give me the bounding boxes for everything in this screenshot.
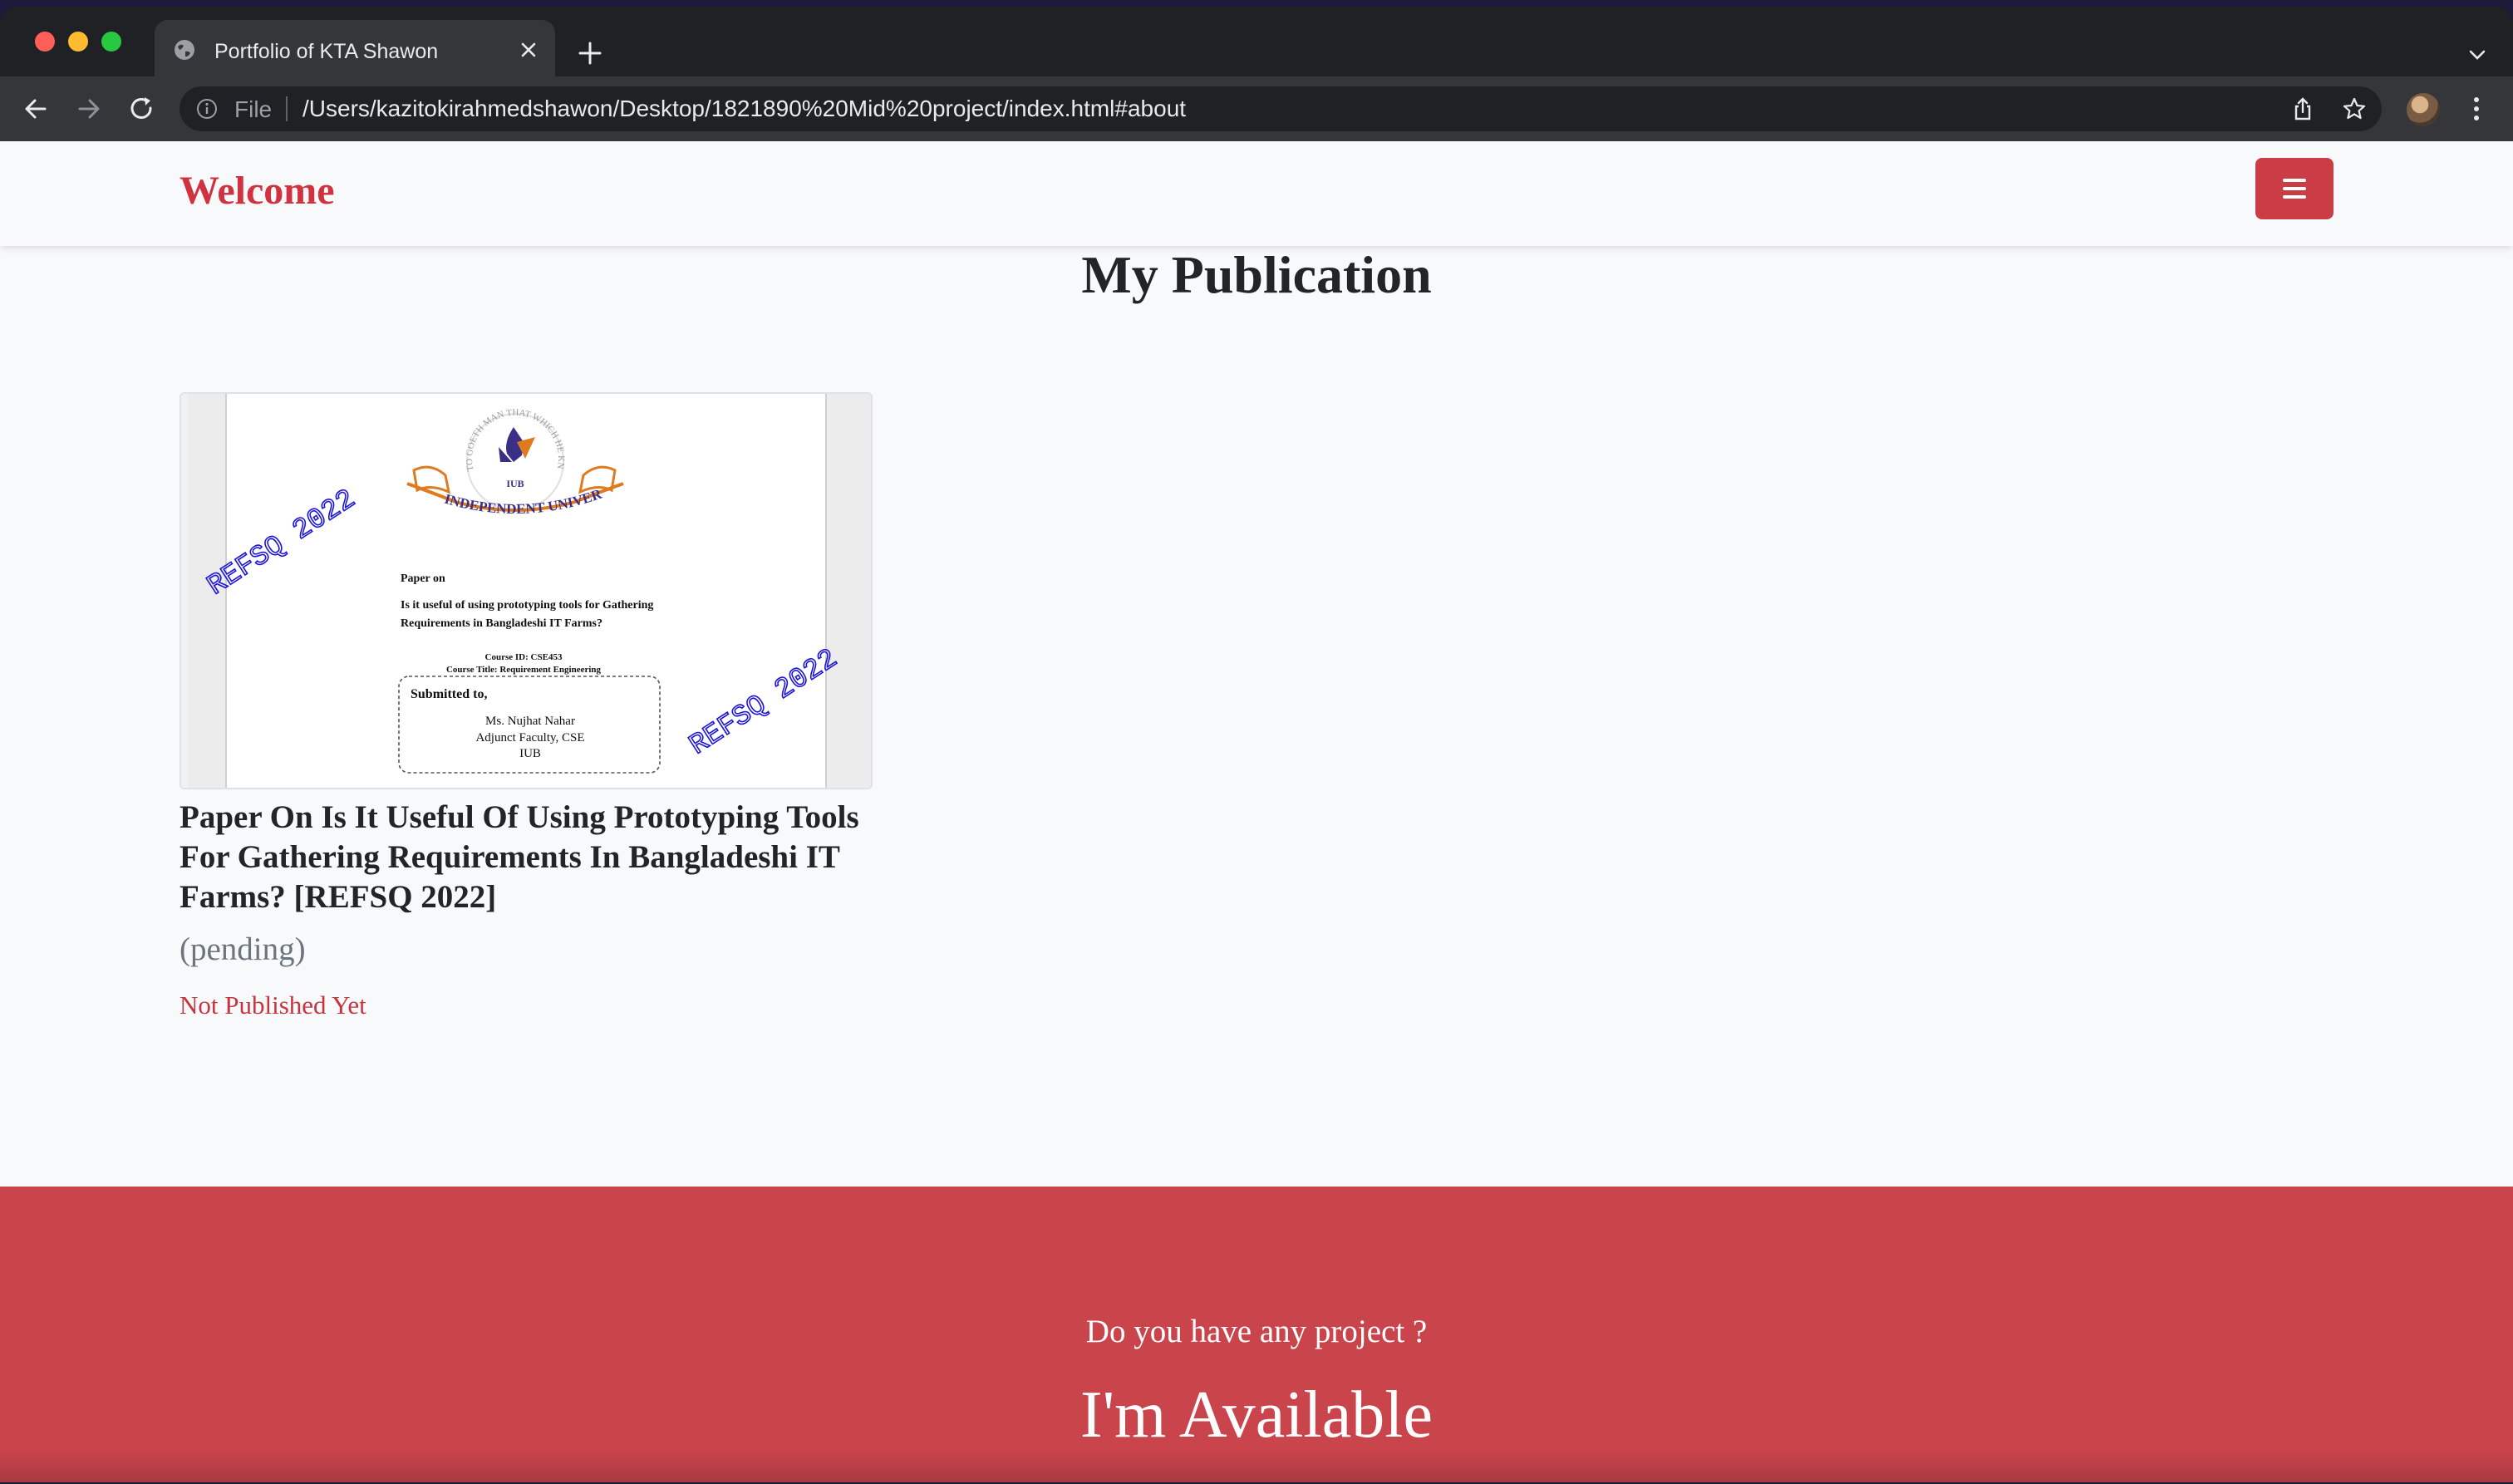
address-bar[interactable]: File /Users/kazitokirahmedshawon/Desktop… — [180, 86, 2382, 131]
minimize-window-button[interactable] — [68, 32, 88, 52]
footer-shadow — [0, 1449, 2513, 1482]
active-tab[interactable]: Portfolio of KTA Shawon — [155, 20, 555, 78]
reload-icon[interactable] — [126, 93, 158, 125]
globe-icon — [175, 40, 194, 60]
footer-question: Do you have any project ? — [1085, 1314, 1428, 1349]
chevron-down-icon[interactable] — [2465, 45, 2490, 65]
close-window-button[interactable] — [35, 32, 55, 52]
publication-title: Paper On Is It Useful Of Using Prototypi… — [180, 799, 859, 915]
back-arrow-icon[interactable] — [20, 93, 52, 125]
paper-subject-line-1: Is it useful of using prototyping tools … — [401, 599, 653, 612]
paper-cover-page: TO GOETH MAN THAT WHICH HE KNEW NOT IUB … — [181, 394, 871, 788]
tab-strip: Portfolio of KTA Shawon — [0, 7, 2513, 78]
browser-toolbar: File /Users/kazitokirahmedshawon/Desktop… — [0, 76, 2513, 141]
section-title: My Publication — [1081, 245, 1432, 304]
share-icon[interactable] — [2290, 96, 2315, 121]
publication-status: (pending) — [180, 931, 306, 967]
logo-text: IUB — [506, 478, 524, 489]
faculty-role: Adjunct Faculty, CSE — [475, 731, 584, 744]
maximize-window-button[interactable] — [101, 32, 121, 52]
forward-arrow-icon[interactable] — [73, 93, 105, 125]
url-scheme-label: File — [234, 96, 273, 122]
site-navbar: Welcome — [0, 141, 2513, 246]
info-icon[interactable] — [196, 98, 218, 120]
more-options-icon[interactable] — [2466, 93, 2486, 125]
paper-heading: Paper on — [401, 572, 445, 585]
publication-thumbnail[interactable]: TO GOETH MAN THAT WHICH HE KNEW NOT IUB … — [180, 392, 873, 789]
bookmark-star-icon[interactable] — [2342, 96, 2367, 121]
footer-cta-heading: I'm Available — [1080, 1378, 1433, 1452]
paper-subject-line-2: Requirements in Bangladeshi IT Farms? — [401, 617, 602, 630]
publication-note: Not Published Yet — [180, 990, 366, 1020]
new-tab-icon[interactable] — [577, 40, 603, 66]
course-title: Course Title: Requirement Engineering — [446, 665, 602, 675]
url-text[interactable]: /Users/kazitokirahmedshawon/Desktop/1821… — [302, 96, 1186, 122]
profile-avatar[interactable] — [2407, 93, 2440, 126]
hamburger-menu-icon[interactable] — [2255, 158, 2334, 219]
availability-footer: Do you have any project ? I'm Available — [0, 1187, 2513, 1482]
browser-window: Portfolio of KTA Shawon File /Users/kazi… — [0, 7, 2513, 1482]
brand-link[interactable]: Welcome — [180, 168, 335, 214]
faculty-institution: IUB — [519, 747, 541, 760]
page-viewport: Welcome My Publication TO GOETH MAN THAT… — [0, 141, 2513, 1482]
submitted-to-label: Submitted to, — [411, 687, 487, 701]
close-tab-icon[interactable] — [517, 38, 540, 61]
course-id: Course ID: CSE453 — [485, 652, 563, 662]
tab-title: Portfolio of KTA Shawon — [214, 40, 439, 63]
address-separator — [286, 96, 288, 121]
faculty-name: Ms. Nujhat Nahar — [485, 715, 575, 728]
